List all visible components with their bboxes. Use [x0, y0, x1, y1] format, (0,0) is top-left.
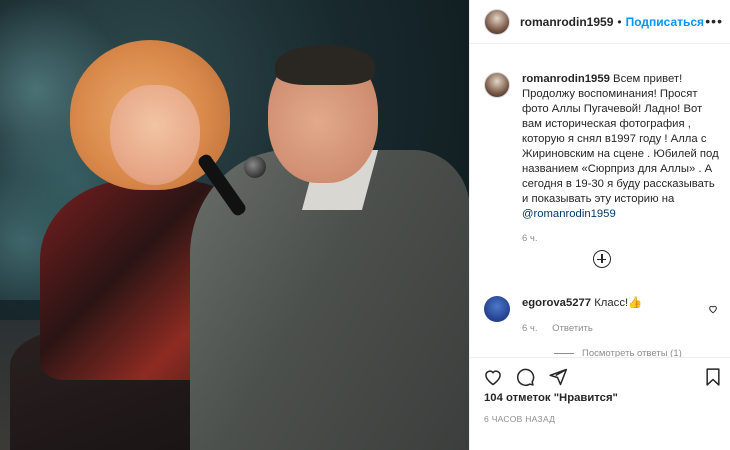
comment-line: egorova5277 Класс!👍 — [522, 296, 702, 311]
comment-timestamp: 6 ч. — [522, 323, 538, 334]
woman-face — [110, 85, 200, 185]
post-age: 6 ЧАСОВ НАЗАД — [484, 414, 556, 424]
header-separator: • — [617, 14, 622, 29]
comment-item: egorova5277 Класс!👍 6 ч. Ответить — [484, 296, 724, 334]
caption-text: Всем привет! Продолжу воспоминания! Прос… — [522, 73, 719, 205]
follow-button[interactable]: Подписаться — [626, 15, 704, 29]
commenter-avatar[interactable] — [484, 296, 510, 322]
bookmark-icon[interactable] — [703, 367, 723, 387]
author-username[interactable]: romanrodin1959 — [520, 15, 613, 29]
author-avatar[interactable] — [484, 8, 510, 35]
heart-icon[interactable] — [483, 367, 503, 387]
plus-circle-icon[interactable] — [593, 250, 611, 268]
likes-count[interactable]: 104 отметок "Нравится" — [484, 392, 618, 404]
post-actions-bar — [470, 357, 730, 393]
comment-body: egorova5277 Класс!👍 6 ч. Ответить — [522, 296, 702, 334]
caption-mention-link[interactable]: @romanrodin1959 — [522, 208, 616, 220]
post-photo[interactable] — [0, 0, 469, 450]
caption-username[interactable]: romanrodin1959 — [522, 73, 610, 85]
comment-icon[interactable] — [515, 367, 535, 387]
comment-text: Класс!👍 — [591, 297, 643, 309]
reply-button[interactable]: Ответить — [552, 323, 593, 334]
caption-timestamp: 6 ч. — [522, 233, 538, 244]
commenter-username[interactable]: egorova5277 — [522, 297, 591, 309]
man-hair — [275, 45, 375, 85]
comments-section[interactable]: romanrodin1959 Всем привет! Продолжу вос… — [470, 44, 730, 357]
comment-meta: 6 ч. Ответить — [522, 323, 702, 334]
view-replies-link[interactable]: Посмотреть ответы (1) — [554, 348, 682, 357]
post-side-panel: romanrodin1959 • Подписаться ••• romanro… — [469, 0, 730, 450]
heart-icon[interactable] — [708, 304, 718, 314]
caption: romanrodin1959 Всем привет! Продолжу вос… — [484, 72, 724, 246]
share-icon[interactable] — [548, 367, 568, 387]
caption-text-block: romanrodin1959 Всем привет! Продолжу вос… — [522, 72, 722, 246]
post-header: romanrodin1959 • Подписаться ••• — [470, 0, 730, 44]
more-options-icon[interactable]: ••• — [705, 13, 723, 29]
caption-avatar[interactable] — [484, 72, 510, 98]
microphone-head — [244, 156, 266, 178]
